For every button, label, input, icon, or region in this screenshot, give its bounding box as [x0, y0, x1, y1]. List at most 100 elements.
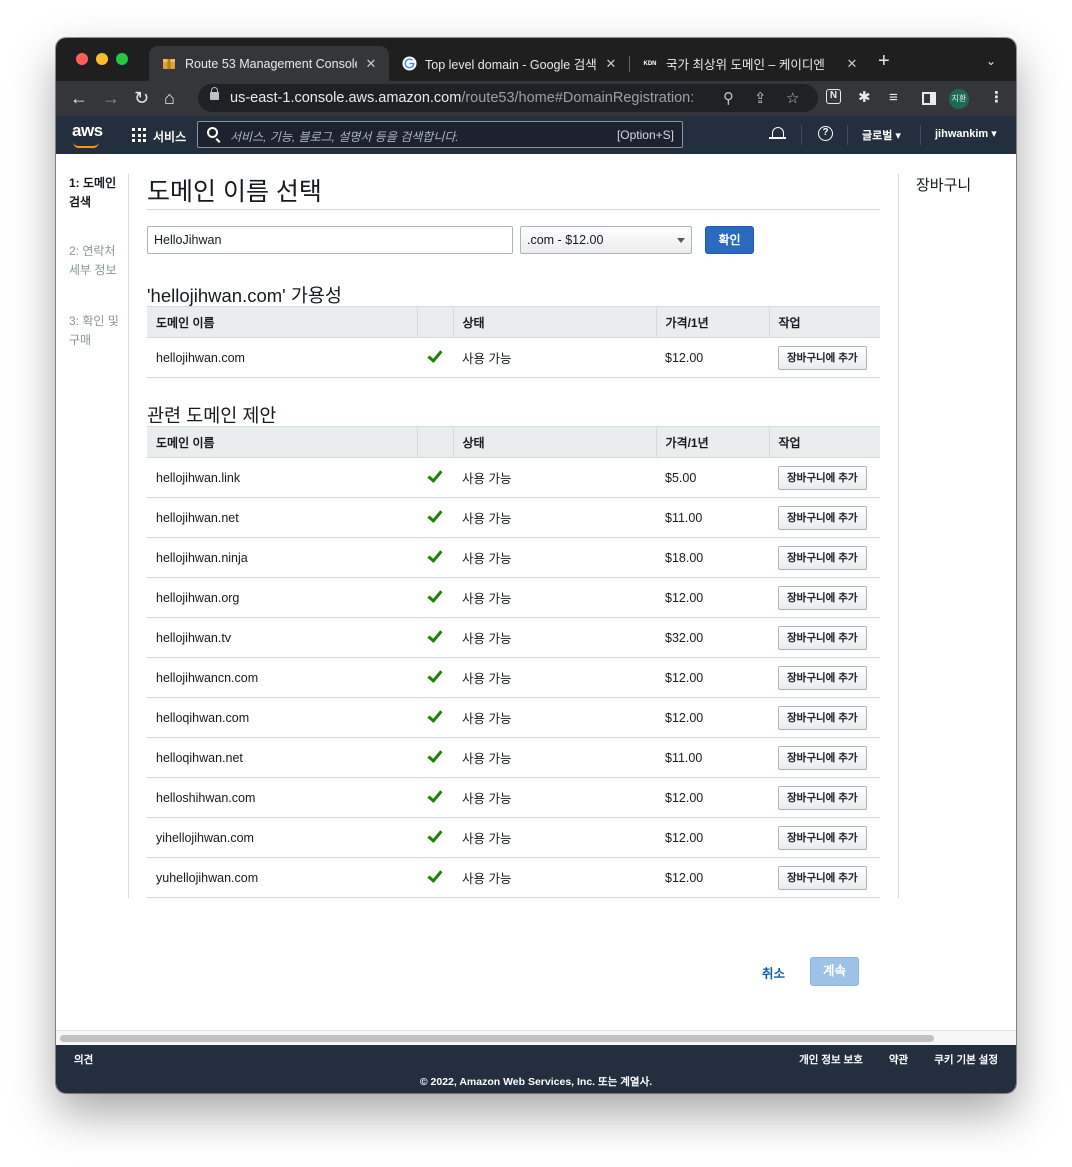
step-2-contact-details[interactable]: 2: 연락처 세부 정보: [69, 242, 129, 280]
account-menu[interactable]: jihwankim ▾: [935, 127, 997, 140]
aws-search-input[interactable]: 서비스, 기능, 블로그, 설명서 등을 검색합니다. [Option+S]: [197, 121, 683, 148]
step-1-domain-search[interactable]: 1: 도메인 검색: [69, 174, 129, 212]
col-check: [416, 426, 453, 458]
col-domain-name[interactable]: 도메인 이름: [147, 426, 417, 458]
add-to-cart-button[interactable]: 장바구니에 추가: [778, 345, 867, 370]
add-to-cart-button[interactable]: 장바구니에 추가: [778, 705, 867, 730]
col-domain-name[interactable]: 도메인 이름: [147, 306, 417, 338]
tab-kdn[interactable]: KDN 국가 최상위 도메인 – 케이디엔 ✕: [630, 46, 870, 81]
tab-search-chevron-icon[interactable]: ⌄: [986, 54, 996, 68]
table-header-row: 도메인 이름 상태 가격/1년 작업: [147, 426, 880, 458]
help-icon[interactable]: ?: [818, 126, 833, 141]
continue-button[interactable]: 계속: [810, 957, 859, 986]
copyright-text: © 2022, Amazon Web Services, Inc. 또는 계열사…: [419, 1076, 653, 1088]
add-to-cart-button[interactable]: 장바구니에 추가: [778, 505, 867, 530]
action-cell: 장바구니에 추가: [769, 857, 880, 898]
status-cell: 사용 가능: [453, 857, 656, 898]
cart-divider: [898, 174, 899, 898]
add-to-cart-button[interactable]: 장바구니에 추가: [778, 465, 867, 490]
table-row: hellojihwan.tv 사용 가능 $32.00 장바구니에 추가: [147, 617, 880, 658]
close-tab-icon[interactable]: ✕: [844, 56, 860, 72]
close-window-button[interactable]: [76, 53, 88, 65]
horizontal-scrollbar[interactable]: [56, 1030, 1016, 1045]
add-to-cart-button[interactable]: 장바구니에 추가: [778, 665, 867, 690]
new-tab-plus-icon[interactable]: +: [878, 51, 890, 71]
tab-google-search[interactable]: Top level domain - Google 검색 ✕: [389, 46, 629, 81]
privacy-link[interactable]: 개인 정보 보호: [799, 1052, 863, 1067]
scrollbar-thumb[interactable]: [60, 1035, 934, 1042]
feedback-link[interactable]: 의견: [74, 1052, 93, 1067]
reading-list-icon[interactable]: ≡: [889, 89, 898, 107]
side-panel-icon[interactable]: [922, 92, 936, 105]
google-g-icon: [401, 56, 417, 72]
action-cell: 장바구니에 추가: [769, 777, 880, 818]
domain-name-cell: helloqihwan.com: [147, 697, 417, 738]
price-cell: $5.00: [656, 457, 769, 498]
col-action: 작업: [768, 426, 880, 458]
reload-icon[interactable]: ↻: [134, 88, 149, 108]
domain-name-cell: hellojihwan.com: [147, 337, 417, 378]
cookie-preferences-link[interactable]: 쿠키 기본 설정: [934, 1052, 998, 1067]
action-cell: 장바구니에 추가: [769, 497, 880, 538]
services-grid-icon[interactable]: [132, 128, 146, 142]
add-to-cart-button[interactable]: 장바구니에 추가: [778, 825, 867, 850]
add-to-cart-button[interactable]: 장바구니에 추가: [778, 625, 867, 650]
terms-link[interactable]: 약관: [889, 1052, 908, 1067]
status-cell: 사용 가능: [453, 817, 656, 858]
action-cell: 장바구니에 추가: [769, 457, 880, 498]
zoom-magnifier-icon[interactable]: ⚲: [723, 89, 734, 107]
url-text[interactable]: us-east-1.console.aws.amazon.com/route53…: [230, 90, 710, 106]
region-selector[interactable]: 글로벌 ▾: [862, 127, 901, 143]
bookmark-star-icon[interactable]: ☆: [786, 89, 799, 107]
action-cell: 장바구니에 추가: [769, 737, 880, 778]
cancel-button[interactable]: 취소: [762, 963, 785, 982]
forward-arrow-icon[interactable]: →: [102, 88, 120, 108]
aws-logo[interactable]: aws: [72, 121, 103, 148]
price-cell: $32.00: [656, 617, 769, 658]
table-row: hellojihwan.link 사용 가능 $5.00 장바구니에 추가: [147, 457, 880, 498]
col-status[interactable]: 상태: [452, 426, 656, 458]
col-status[interactable]: 상태: [452, 306, 656, 338]
lock-icon[interactable]: [210, 87, 219, 100]
share-icon[interactable]: ⇪: [754, 89, 767, 107]
back-arrow-icon[interactable]: ←: [70, 88, 88, 108]
add-to-cart-button[interactable]: 장바구니에 추가: [778, 745, 867, 770]
price-cell: $18.00: [656, 537, 769, 578]
confirm-button[interactable]: 확인: [705, 226, 754, 254]
notion-extension-icon[interactable]: N: [826, 89, 841, 104]
home-icon[interactable]: ⌂: [164, 88, 175, 108]
status-cell: 사용 가능: [453, 497, 656, 538]
extensions-puzzle-icon[interactable]: ✱: [858, 89, 871, 107]
notifications-bell-icon[interactable]: [769, 127, 786, 139]
status-cell: 사용 가능: [453, 737, 656, 778]
close-tab-icon[interactable]: ✕: [363, 56, 379, 72]
cart-title: 장바구니: [916, 177, 972, 194]
status-cell: 사용 가능: [453, 617, 656, 658]
step-3-review-purchase[interactable]: 3: 확인 및 구매: [69, 312, 129, 350]
close-tab-icon[interactable]: ✕: [603, 56, 619, 72]
chrome-menu-icon[interactable]: ⋮: [989, 89, 1004, 107]
available-check-icon: [417, 657, 453, 698]
add-to-cart-button[interactable]: 장바구니에 추가: [778, 785, 867, 810]
address-bar[interactable]: us-east-1.console.aws.amazon.com/route53…: [198, 84, 818, 112]
tld-selected-value: .com - $12.00: [527, 233, 604, 247]
add-to-cart-button[interactable]: 장바구니에 추가: [778, 585, 867, 610]
minimize-window-button[interactable]: [96, 53, 108, 65]
add-to-cart-button[interactable]: 장바구니에 추가: [778, 545, 867, 570]
profile-avatar[interactable]: 지환: [949, 89, 969, 109]
col-price[interactable]: 가격/1년: [655, 426, 769, 458]
aws-smile-icon: [73, 142, 99, 148]
nav-divider: [801, 125, 802, 145]
tab-route53[interactable]: Route 53 Management Console ✕: [149, 46, 389, 81]
tab-strip: Route 53 Management Console ✕ Top level …: [56, 38, 1016, 81]
add-to-cart-button[interactable]: 장바구니에 추가: [778, 865, 867, 890]
domain-name-input[interactable]: [147, 226, 513, 254]
tld-select[interactable]: .com - $12.00: [520, 226, 692, 254]
price-cell: $12.00: [656, 857, 769, 898]
services-menu[interactable]: 서비스: [153, 128, 186, 145]
col-price[interactable]: 가격/1년: [655, 306, 769, 338]
price-cell: $12.00: [656, 337, 769, 378]
price-cell: $11.00: [656, 737, 769, 778]
table-row: yuhellojihwan.com 사용 가능 $12.00 장바구니에 추가: [147, 857, 880, 898]
zoom-window-button[interactable]: [116, 53, 128, 65]
